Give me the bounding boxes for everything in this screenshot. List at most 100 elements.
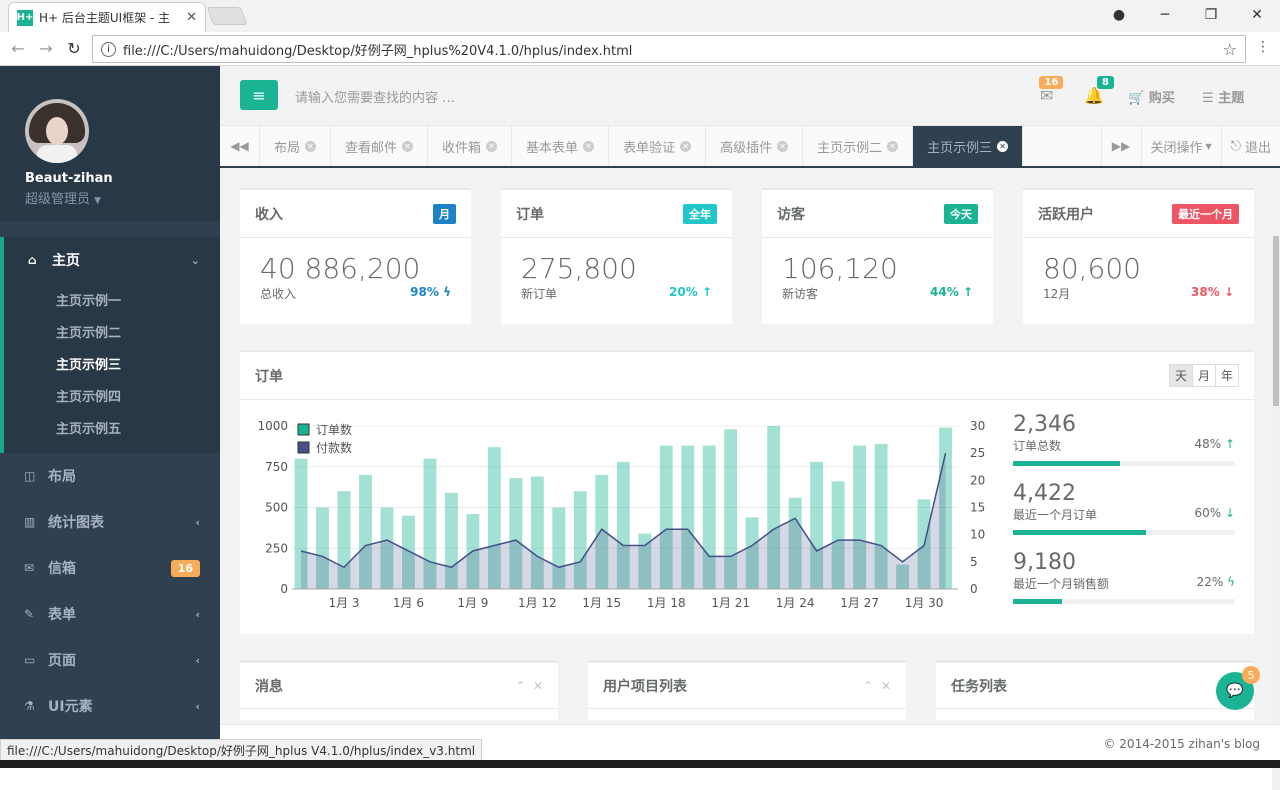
x-tick-label: 1月 15 — [582, 596, 621, 610]
stat-sub: 新订单 — [521, 287, 558, 301]
page-tab[interactable]: 主页示例二 ✕ — [803, 126, 914, 166]
back-button[interactable]: ← — [4, 39, 32, 58]
sidebar-subitem[interactable]: 主页示例二 — [4, 315, 220, 347]
hplus-favicon-icon: H+ — [17, 9, 33, 26]
close-circle-icon[interactable]: ✕ — [486, 140, 498, 152]
url-field[interactable]: i file:///C:/Users/mahuidong/Desktop/好例子… — [92, 35, 1246, 63]
sidebar-item-charts[interactable]: ▥ 统计图表 ‹ — [0, 499, 220, 545]
sidebar-item-home[interactable]: ⌂ 主页 ⌄ — [4, 237, 220, 283]
user-role-dropdown[interactable]: 超级管理员 ▼ — [25, 188, 220, 207]
user-projects-panel: 用户项目列表 ⌃ ✕ — [588, 660, 906, 720]
page-tab[interactable]: 基本表单 ✕ — [512, 126, 610, 166]
profile-icon[interactable]: ● — [1096, 0, 1142, 30]
stat-value: 40 886,200 — [260, 252, 421, 285]
sidebar-subitem[interactable]: 主页示例四 — [4, 379, 220, 411]
close-circle-icon[interactable]: ✕ — [777, 140, 789, 152]
minimize-button[interactable]: ─ — [1142, 0, 1188, 30]
x-tick-label: 1月 18 — [647, 596, 686, 610]
y-tick-label-right: 0 — [970, 582, 978, 596]
range-month-button[interactable]: 月 — [1191, 365, 1215, 386]
legend-swatch-payments — [297, 441, 310, 454]
close-icon[interactable]: ✕ — [881, 679, 891, 693]
new-tab-button[interactable] — [206, 7, 248, 25]
bookmark-star-icon[interactable]: ☆ — [1223, 40, 1237, 59]
page-tab[interactable]: 表单验证 ✕ — [609, 126, 707, 166]
kpi-progress — [1013, 530, 1235, 535]
sidebar-subitem[interactable]: 主页示例一 — [4, 283, 220, 315]
sidebar-subitem[interactable]: 主页示例五 — [4, 411, 220, 443]
stat-badge: 月 — [433, 203, 456, 224]
close-tab-icon[interactable]: ✕ — [186, 10, 197, 25]
kpi-progress — [1013, 461, 1235, 466]
browser-menu-icon[interactable]: ⋮ — [1256, 39, 1270, 55]
close-circle-icon[interactable]: ✕ — [887, 140, 899, 152]
stat-title: 收入 — [255, 206, 283, 223]
sidebar-item-label: UI元素 — [48, 699, 93, 715]
page-tab[interactable]: 布局 ✕ — [260, 126, 332, 166]
y-tick-label-left: 250 — [265, 541, 288, 555]
close-circle-icon[interactable]: ✕ — [680, 140, 692, 152]
browser-tab[interactable]: H+ H+ 后台主题UI框架 - 主 ✕ — [8, 2, 206, 32]
page-tab[interactable]: 收件箱 ✕ — [428, 126, 513, 166]
sidebar-item-mailbox[interactable]: ✉ 信箱 16 — [0, 545, 220, 591]
stat-pct: 44% — [930, 285, 959, 299]
page-tab-label: 主页示例二 — [817, 140, 883, 156]
scrollbar-thumb[interactable] — [1273, 236, 1279, 406]
forward-button[interactable]: → — [32, 39, 60, 58]
x-tick-label: 1月 21 — [711, 596, 750, 610]
close-icon[interactable]: ✕ — [533, 679, 543, 693]
main-area: ≡ 请输入您需要查找的内容 … ✉ 16 🔔 8 🛒 购买 ☰ 主题 ◀◀ 布局 ✕ … — [220, 66, 1280, 790]
chevron-left-icon: ‹ — [195, 607, 200, 621]
page-tab-label: 收件箱 — [442, 140, 482, 156]
close-operations-dropdown[interactable]: 关闭操作 ▼ — [1140, 126, 1221, 166]
close-circle-icon[interactable]: ✕ — [583, 140, 595, 152]
address-bar-row: ← → ↻ i file:///C:/Users/mahuidong/Deskt… — [0, 32, 1280, 66]
avatar[interactable] — [25, 99, 89, 163]
collapse-icon[interactable]: ⌃ — [515, 679, 525, 693]
page-tab-label: 表单验证 — [623, 140, 676, 156]
sidebar-item-label: 表单 — [48, 607, 76, 623]
panel-title: 订单 — [255, 368, 283, 385]
stat-sub: 总收入 — [260, 287, 297, 301]
range-day-button[interactable]: 天 — [1169, 365, 1192, 386]
close-circle-icon[interactable]: ✕ — [402, 140, 414, 152]
kpi-item: 2,346 订单总数 48% ↑ — [1013, 412, 1235, 481]
bar-chart-icon: ▥ — [24, 515, 36, 529]
sidebar-subitem-active[interactable]: 主页示例三 — [4, 347, 220, 379]
restore-button[interactable]: ❐ — [1188, 0, 1234, 30]
collapse-icon[interactable]: ⌃ — [863, 679, 873, 693]
kpi-value: 9,180 — [1013, 550, 1076, 575]
buy-link[interactable]: 🛒 购买 — [1128, 87, 1175, 106]
page-tab[interactable]: 高级插件 ✕ — [706, 126, 804, 166]
page-tab-active[interactable]: 主页示例三 ✕ — [913, 126, 1024, 166]
sidebar-item-ui[interactable]: ⚗ UI元素 ‹ — [0, 683, 220, 729]
chevron-down-icon: ⌄ — [190, 253, 200, 267]
mail-icon[interactable]: ✉ 16 — [1039, 76, 1064, 105]
bell-icon[interactable]: 🔔 8 — [1084, 76, 1114, 105]
x-tick-label: 1月 9 — [457, 596, 488, 610]
close-circle-icon[interactable]: ✕ — [305, 140, 317, 152]
menu-toggle-button[interactable]: ≡ — [240, 80, 278, 110]
tabs-scroll-right-button[interactable]: ▶▶ — [1100, 126, 1141, 166]
caret-down-icon: ▼ — [1205, 141, 1212, 151]
close-window-button[interactable]: ✕ — [1234, 0, 1280, 30]
search-input[interactable]: 请输入您需要查找的内容 … — [295, 87, 455, 106]
close-circle-icon[interactable]: ✕ — [997, 140, 1009, 152]
range-year-button[interactable]: 年 — [1214, 365, 1238, 386]
tabs-scroll-left-button[interactable]: ◀◀ — [220, 126, 260, 166]
theme-link[interactable]: ☰ 主题 — [1202, 87, 1244, 106]
chevron-left-icon: ‹ — [195, 653, 200, 667]
info-icon[interactable]: i — [101, 41, 116, 57]
stat-badge: 今天 — [944, 203, 978, 224]
url-text: file:///C:/Users/mahuidong/Desktop/好例子网_… — [123, 43, 633, 59]
logout-button[interactable]: ⎋ 退出 — [1220, 126, 1280, 166]
chat-button[interactable]: 💬 5 — [1216, 666, 1260, 710]
sidebar-item-pages[interactable]: ▭ 页面 ‹ — [0, 637, 220, 683]
sidebar-item-forms[interactable]: ✎ 表单 ‹ — [0, 591, 220, 637]
reload-button[interactable]: ↻ — [60, 39, 88, 58]
sidebar-item-layout[interactable]: ◫ 布局 — [0, 453, 220, 499]
page-scrollbar[interactable] — [1272, 234, 1280, 790]
kpi-item: 4,422 最近一个月订单 60% ↓ — [1013, 481, 1235, 550]
chevron-left-icon: ‹ — [195, 699, 200, 713]
page-tab[interactable]: 查看邮件 ✕ — [331, 126, 429, 166]
